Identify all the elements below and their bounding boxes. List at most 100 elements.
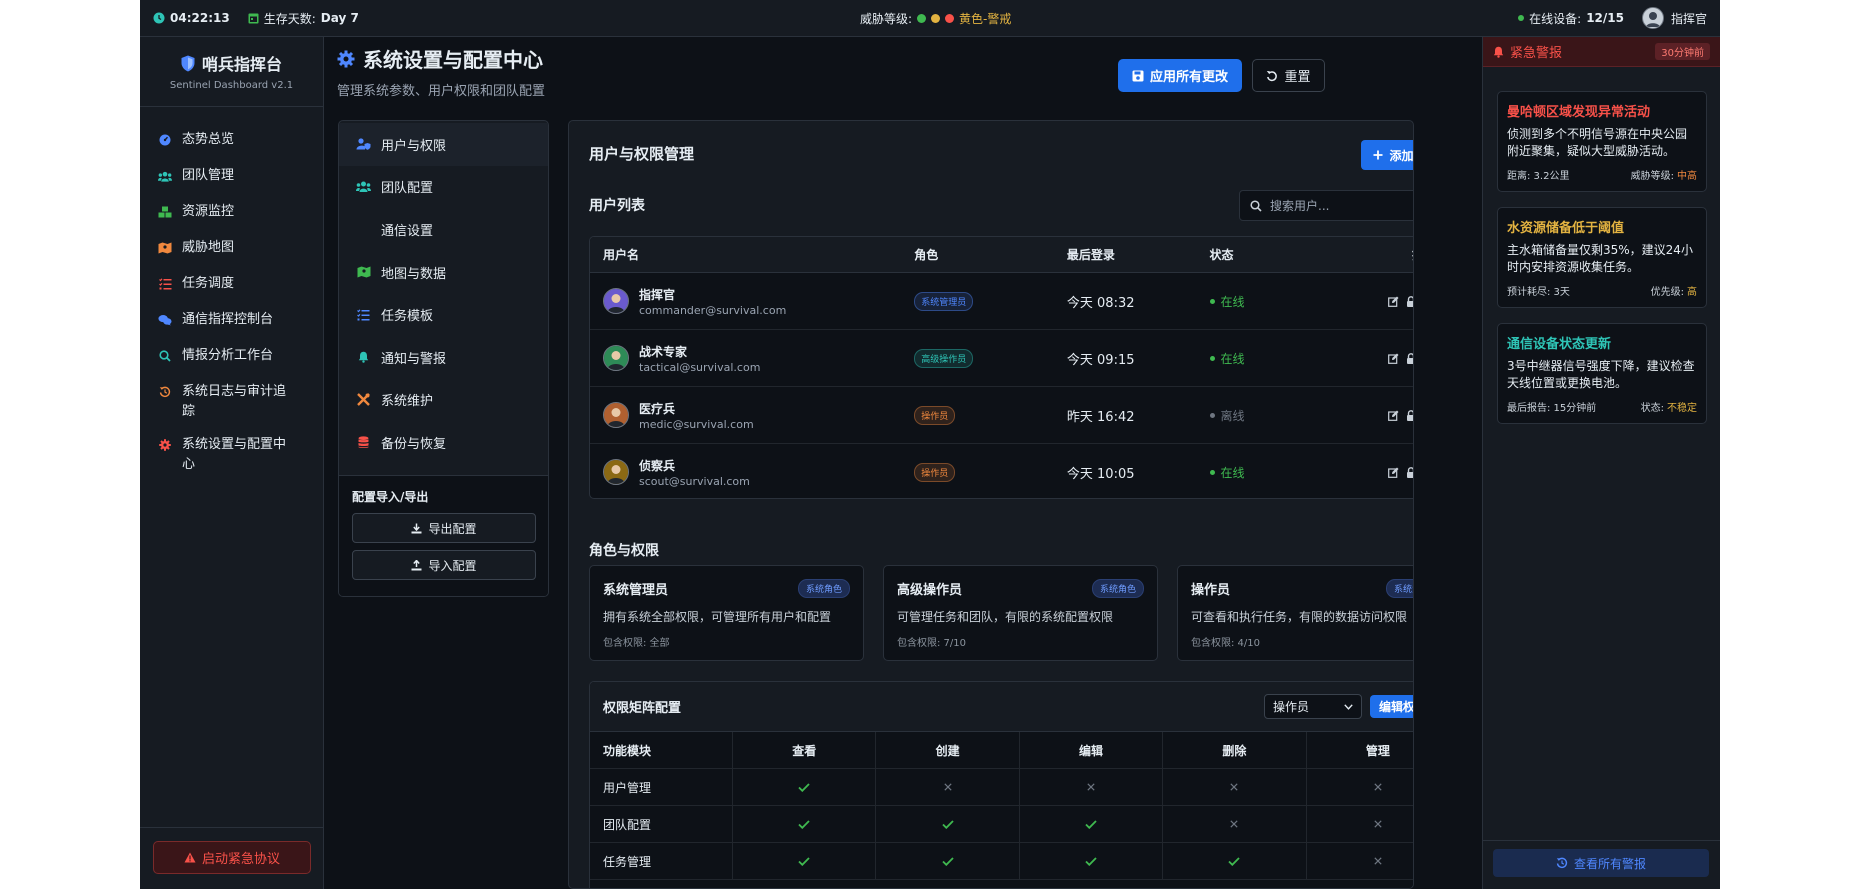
bell-icon	[1493, 46, 1504, 58]
view-all-alerts-button[interactable]: 查看所有警报	[1493, 849, 1709, 877]
roles-title: 角色与权限	[589, 543, 659, 559]
sidebar-item-0[interactable]: 态势总览	[140, 130, 252, 150]
edit-icon[interactable]	[1388, 353, 1399, 364]
check-icon[interactable]	[1162, 843, 1305, 879]
settings-item-3[interactable]: 地图与数据	[339, 251, 548, 294]
settings-item-0[interactable]: 用户与权限	[339, 123, 548, 166]
cog-icon	[337, 50, 355, 68]
role-select[interactable]: 操作员	[1264, 694, 1362, 719]
cross-icon[interactable]	[1305, 769, 1413, 805]
user-info: 医疗兵 medic@survival.com	[639, 400, 754, 431]
shield-icon	[181, 55, 195, 72]
lock-icon[interactable]	[1406, 466, 1413, 478]
clock-value: 04:22:13	[170, 11, 230, 25]
alert-card[interactable]: 曼哈顿区域发现异常活动 侦测到多个不明信号源在中央公园附近聚集，疑似大型威胁活动。…	[1497, 91, 1707, 192]
settings-item-4[interactable]: 任务模板	[339, 293, 548, 336]
settings-item-2[interactable]: 通信设置	[339, 208, 548, 251]
topbar-right: 在线设备: 12/15 指挥官	[1518, 0, 1707, 36]
check-icon[interactable]	[875, 806, 1018, 842]
sidebar-item-6[interactable]: 情报分析工作台	[140, 346, 291, 366]
role-card[interactable]: 系统管理员 系统角色 拥有系统全部权限，可管理所有用户和配置 包含权限: 全部	[589, 565, 864, 661]
matrix-module: 团队配置	[603, 817, 652, 832]
page-subtitle: 管理系统参数、用户权限和团队配置	[337, 84, 546, 99]
user-info: 战术专家 tactical@survival.com	[639, 343, 760, 374]
edit-icon[interactable]	[1388, 296, 1399, 307]
emergency-protocol-button[interactable]: 启动紧急协议	[153, 841, 311, 874]
cross-icon[interactable]	[875, 769, 1018, 805]
edit-icon[interactable]	[1388, 410, 1399, 421]
role-card[interactable]: 高级操作员 系统角色 可管理任务和团队，有限的系统配置权限 包含权限: 7/10	[883, 565, 1158, 661]
edit-permissions-button[interactable]: 编辑权限	[1370, 695, 1413, 718]
check-icon[interactable]	[732, 806, 875, 842]
settings-item-6[interactable]: 系统维护	[339, 379, 548, 422]
alert-card[interactable]: 水资源储备低于阈值 主水箱储备量仅剩35%，建议24小时内安排资源收集任务。 预计耗…	[1497, 207, 1707, 308]
check-icon[interactable]	[875, 843, 1018, 879]
settings-list: 用户与权限团队配置 通信设置 地图与数据 任务模板 通知与警报系统维护备份与恢复	[339, 121, 548, 464]
settings-item-label: 备份与恢复	[381, 436, 447, 452]
user-list-label: 用户列表	[589, 198, 645, 214]
lock-icon[interactable]	[1406, 352, 1413, 364]
status-badge: 离线	[1220, 408, 1245, 423]
warning-icon	[184, 852, 196, 863]
status-dot	[1209, 355, 1215, 361]
matrix-col-create: 创建	[875, 732, 1018, 768]
user-shield-icon	[356, 138, 371, 151]
settings-item-1[interactable]: 团队配置	[339, 166, 548, 209]
sidebar-item-label: 威胁地图	[182, 240, 235, 255]
role-type-badge: 系统角色	[1385, 579, 1413, 598]
search-input[interactable]: 搜索用户...	[1239, 190, 1413, 221]
check-icon[interactable]	[732, 769, 875, 805]
lock-icon[interactable]	[1406, 409, 1413, 421]
add-user-button[interactable]: 添加用户	[1361, 140, 1414, 170]
edit-icon[interactable]	[1388, 467, 1399, 478]
settings-item-label: 系统维护	[381, 394, 434, 410]
user-menu[interactable]: 指挥官	[1641, 7, 1707, 29]
search-icon	[158, 346, 172, 366]
role-cell: 操作员	[914, 405, 1067, 425]
settings-item-7[interactable]: 备份与恢复	[339, 421, 548, 464]
sidebar-item-2[interactable]: 资源监控	[140, 202, 252, 222]
sidebar-item-1[interactable]: 团队管理	[140, 166, 252, 186]
cross-icon[interactable]	[1305, 806, 1413, 842]
import-config-button[interactable]: 导入配置	[352, 550, 536, 580]
sidebar-item-4[interactable]: 任务调度	[140, 274, 252, 294]
alerts-time: 30分钟前	[1655, 43, 1710, 60]
sidebar-nav: 态势总览团队管理资源监控威胁地图任务调度通信指挥控制台 情报分析工作台系统日志与审…	[140, 107, 323, 472]
user-name: 指挥官	[639, 287, 676, 302]
check-icon[interactable]	[1018, 843, 1162, 879]
settings-item-5[interactable]: 通知与警报	[339, 336, 548, 379]
reset-button[interactable]: 重置	[1252, 59, 1325, 92]
apply-label: 应用所有更改	[1149, 70, 1228, 85]
alerts-panel: 紧急警报 30分钟前 曼哈顿区域发现异常活动 侦测到多个不明信号源在中央公园附近聚…	[1482, 37, 1720, 889]
sidebar-item-7[interactable]: 系统日志与审计追踪	[140, 382, 315, 422]
apply-all-button[interactable]: 应用所有更改	[1118, 59, 1242, 92]
sidebar-item-label: 系统日志与审计追踪	[182, 384, 287, 419]
alert-meta-value: 中高	[1677, 171, 1697, 182]
cross-icon[interactable]	[1162, 769, 1305, 805]
last-login-cell: 昨天 16:42	[1066, 409, 1135, 425]
main-area: 系统设置与配置中心 管理系统参数、用户权限和团队配置 应用所有更改 重置 用户与…	[324, 37, 1424, 889]
sidebar-item-8[interactable]: 系统设置与配置中心	[140, 435, 315, 475]
matrix-rows: 用户管理 团队配置 任务管理	[590, 769, 1413, 880]
check-icon[interactable]	[1018, 806, 1162, 842]
lock-icon[interactable]	[1406, 295, 1413, 307]
cross-icon[interactable]	[1162, 806, 1305, 842]
threat-dot-red	[945, 13, 955, 23]
alert-card[interactable]: 通信设备状态更新 3号中继器信号强度下降，建议检查天线位置或更换电池。 最后报告: …	[1497, 323, 1707, 424]
sidebar-item-3[interactable]: 威胁地图	[140, 238, 252, 258]
add-user-label: 添加用户	[1389, 148, 1414, 163]
role-card[interactable]: 操作员 系统角色可查看和执行任务，有限的数据访问权限包含权限: 4/10	[1177, 565, 1413, 661]
alerts-title: 紧急警报	[1510, 46, 1563, 61]
sidebar-item-label: 系统设置与配置中心	[182, 437, 287, 472]
cross-icon[interactable]	[1305, 843, 1413, 879]
import-label: 导入配置	[428, 558, 477, 573]
download-icon	[411, 523, 422, 534]
sidebar-item-label: 态势总览	[182, 132, 235, 147]
check-icon[interactable]	[732, 843, 875, 879]
matrix-row: 任务管理	[590, 843, 1413, 880]
cross-icon[interactable]	[1018, 769, 1162, 805]
sidebar-item-5[interactable]: 通信指挥控制台	[140, 310, 291, 330]
settings-item-label: 用户与权限	[381, 138, 447, 154]
status-dot	[1209, 298, 1215, 304]
export-config-button[interactable]: 导出配置	[352, 513, 536, 543]
